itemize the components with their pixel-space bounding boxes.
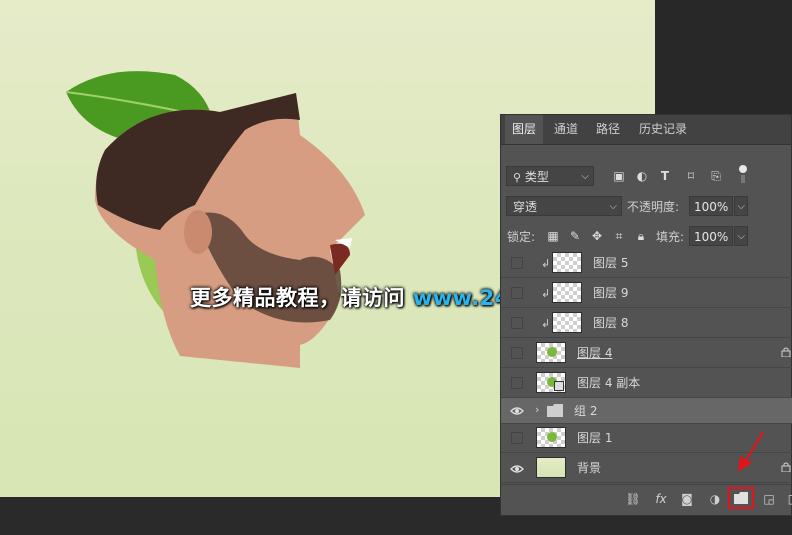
lock-icon bbox=[781, 462, 791, 472]
shape-filter-icon[interactable]: ⌑ bbox=[683, 168, 699, 184]
layer-name: 图层 4 副本 bbox=[577, 376, 641, 390]
layer-name: 图层 1 bbox=[577, 431, 613, 445]
layer-thumbnail bbox=[536, 372, 566, 393]
fill-input[interactable]: 100% bbox=[689, 226, 733, 246]
layer-thumbnail bbox=[536, 427, 566, 448]
eye-icon[interactable] bbox=[510, 405, 524, 417]
layer-group-row[interactable]: › 组 2 bbox=[501, 398, 792, 424]
layer-name: 图层 5 bbox=[593, 256, 629, 270]
new-layer-icon[interactable]: ◲ bbox=[761, 491, 777, 507]
layer-row[interactable]: 图层 4 bbox=[501, 339, 792, 368]
delete-icon[interactable]: ▯ bbox=[783, 491, 792, 507]
apple-thumb-icon bbox=[547, 432, 557, 442]
visibility-toggle[interactable] bbox=[511, 377, 523, 389]
filter-kind-select[interactable]: ⚲ 类型 ⌵ bbox=[506, 166, 594, 186]
chevron-down-icon: ⌵ bbox=[609, 201, 617, 212]
panel-tabs: 图层 通道 路径 历史记录 bbox=[501, 115, 791, 145]
clipping-arrow-icon: ↲ bbox=[541, 257, 551, 270]
smart-object-filter-icon[interactable]: ⎘ bbox=[708, 168, 724, 184]
lock-pixels-icon[interactable]: ✎ bbox=[567, 228, 583, 244]
tab-paths[interactable]: 路径 bbox=[589, 115, 627, 144]
clipping-arrow-icon: ↲ bbox=[541, 287, 551, 300]
search-icon: ⚲ bbox=[513, 171, 522, 184]
tab-history[interactable]: 历史记录 bbox=[631, 115, 695, 144]
annotation-arrow-icon bbox=[738, 431, 764, 472]
link-layers-icon[interactable]: ⛓︎ bbox=[625, 491, 641, 507]
filter-toggle-icon[interactable] bbox=[739, 165, 747, 183]
visibility-toggle[interactable] bbox=[511, 432, 523, 444]
visibility-toggle[interactable] bbox=[511, 347, 523, 359]
new-group-icon[interactable] bbox=[734, 492, 748, 504]
lock-transparency-icon[interactable]: ▦ bbox=[545, 228, 561, 244]
tab-layers[interactable]: 图层 bbox=[505, 115, 543, 144]
opacity-input[interactable]: 100% bbox=[689, 196, 733, 216]
layer-name: 图层 8 bbox=[593, 316, 629, 330]
type-filter-icon[interactable]: T bbox=[657, 168, 673, 184]
opacity-dropdown[interactable]: ⌵ bbox=[734, 196, 748, 216]
adjustment-filter-icon[interactable]: ◐ bbox=[634, 168, 650, 184]
layer-name: 组 2 bbox=[574, 404, 598, 418]
lock-icon bbox=[781, 347, 791, 357]
visibility-toggle[interactable] bbox=[511, 317, 523, 329]
adjustment-layer-icon[interactable]: ◑ bbox=[707, 491, 723, 507]
lock-position-icon[interactable]: ✥ bbox=[589, 228, 605, 244]
layer-thumbnail bbox=[536, 457, 566, 478]
layer-row[interactable]: 图层 4 副本 bbox=[501, 369, 792, 398]
layer-name: 图层 4 bbox=[577, 346, 613, 360]
fx-icon[interactable]: fx bbox=[653, 491, 669, 507]
smart-object-badge-icon bbox=[554, 381, 564, 391]
panel-footer: ⛓︎ fx ◙ ◑ ◲ ▯ bbox=[501, 484, 792, 513]
workspace-background bbox=[655, 0, 792, 114]
layer-row[interactable]: ↲ 图层 9 bbox=[501, 279, 792, 308]
chevron-right-icon[interactable]: › bbox=[535, 403, 539, 416]
eye-icon[interactable] bbox=[510, 463, 524, 475]
fill-dropdown[interactable]: ⌵ bbox=[734, 226, 748, 246]
layer-thumbnail bbox=[536, 342, 566, 363]
visibility-toggle[interactable] bbox=[511, 287, 523, 299]
layer-name: 图层 9 bbox=[593, 286, 629, 300]
fill-label: 填充: bbox=[656, 230, 685, 244]
opacity-label: 不透明度: bbox=[627, 200, 680, 214]
lock-artboard-icon[interactable]: ⌗ bbox=[611, 228, 627, 244]
image-filter-icon[interactable]: ▣ bbox=[611, 168, 627, 184]
layer-thumbnail bbox=[552, 252, 582, 273]
chevron-down-icon: ⌵ bbox=[737, 231, 745, 242]
chevron-down-icon: ⌵ bbox=[581, 171, 589, 182]
apple-thumb-icon bbox=[547, 347, 557, 357]
layer-row[interactable]: ↲ 图层 8 bbox=[501, 309, 792, 338]
lock-label: 锁定: bbox=[507, 230, 536, 244]
layer-thumbnail bbox=[552, 312, 582, 333]
layer-thumbnail bbox=[552, 282, 582, 303]
visibility-toggle[interactable] bbox=[511, 257, 523, 269]
tab-channels[interactable]: 通道 bbox=[547, 115, 585, 144]
folder-icon bbox=[547, 404, 563, 417]
layer-row[interactable]: ↲ 图层 5 bbox=[501, 249, 792, 278]
blend-mode-select[interactable]: 穿透 ⌵ bbox=[506, 196, 622, 216]
clipping-arrow-icon: ↲ bbox=[541, 317, 551, 330]
layer-name: 背景 bbox=[577, 461, 602, 475]
lock-all-icon[interactable]: 🔒︎ bbox=[633, 228, 649, 244]
add-mask-icon[interactable]: ◙ bbox=[679, 491, 695, 507]
chevron-down-icon: ⌵ bbox=[737, 201, 745, 212]
